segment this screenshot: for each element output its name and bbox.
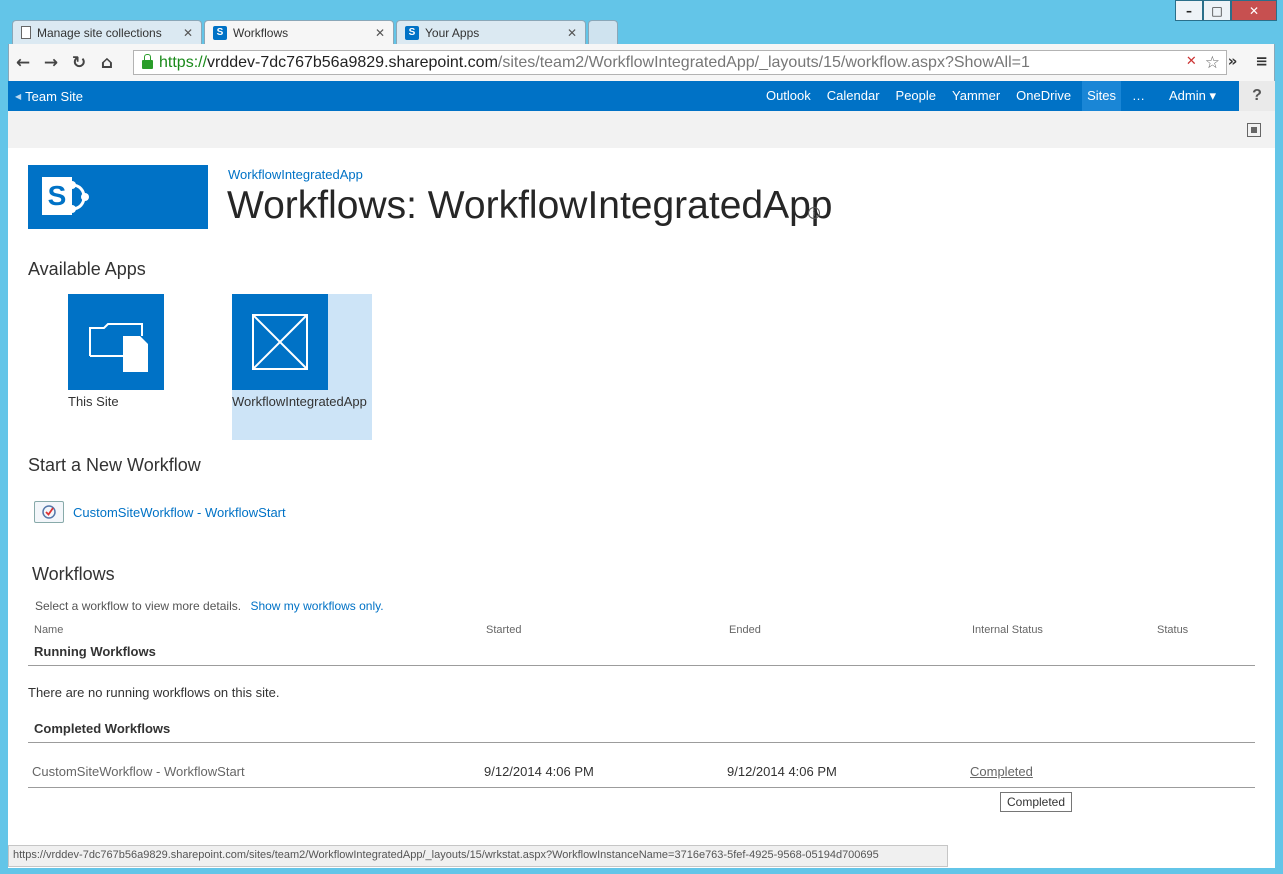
help-button[interactable]: ?: [1239, 81, 1275, 111]
start-workflow-item[interactable]: CustomSiteWorkflow - WorkflowStart: [34, 501, 286, 523]
column-header-status[interactable]: Status: [1157, 624, 1188, 636]
start-workflow-heading: Start a New Workflow: [28, 455, 201, 475]
suite-more-button[interactable]: …: [1132, 81, 1145, 111]
workflows-heading: Workflows: [32, 564, 115, 584]
extensions-chevron-icon[interactable]: »: [1228, 52, 1238, 70]
show-my-workflows-link[interactable]: Show my workflows only.: [250, 599, 383, 613]
home-icon[interactable]: ⌂: [93, 53, 121, 73]
divider: [28, 665, 1255, 666]
suite-nav: Outlook Calendar People Yammer OneDrive …: [766, 81, 1216, 111]
back-icon[interactable]: ←: [9, 53, 37, 73]
close-window-button[interactable]: ✕: [1231, 0, 1277, 21]
app-tile-label: WorkflowIntegratedApp: [232, 394, 367, 409]
running-empty-message: There are no running workflows on this s…: [28, 685, 280, 700]
bookmark-star-icon[interactable]: ☆: [1205, 53, 1220, 73]
url-scheme: https://: [159, 53, 208, 71]
running-workflows-heading: Running Workflows: [34, 644, 156, 659]
browser-tabs: Manage site collections ✕ S Workflows ✕ …: [12, 20, 620, 44]
page-title: Workflows: WorkflowIntegratedApp: [227, 184, 833, 227]
folder-icon: [68, 294, 164, 390]
sharepoint-icon: S: [405, 25, 419, 40]
address-bar[interactable]: https://vrddev-7dc767b56a9829.sharepoint…: [133, 50, 1227, 75]
suite-link-outlook[interactable]: Outlook: [766, 81, 811, 111]
row-ended: 9/12/2014 4:06 PM: [727, 764, 837, 779]
workflow-start-icon: [34, 501, 64, 523]
app-tile-workflowintegratedapp[interactable]: WorkflowIntegratedApp: [232, 294, 372, 440]
ribbon: [8, 111, 1275, 148]
available-apps-heading: Available Apps: [28, 259, 146, 279]
tab-workflows[interactable]: S Workflows ✕: [204, 20, 394, 44]
lock-icon: [142, 54, 153, 69]
row-internal-status-link[interactable]: Completed: [970, 764, 1033, 779]
column-header-started[interactable]: Started: [486, 624, 521, 636]
page-content: ◀ Team Site Outlook Calendar People Yamm…: [8, 81, 1275, 868]
row-name[interactable]: CustomSiteWorkflow - WorkflowStart: [32, 764, 245, 779]
tooltip: Completed: [1000, 792, 1073, 812]
url-path: /sites/team2/WorkflowIntegratedApp/_layo…: [497, 53, 1030, 71]
reload-icon[interactable]: ↻: [65, 53, 93, 73]
tab-label: Workflows: [233, 25, 289, 40]
page-icon: [21, 26, 31, 39]
blocked-content-icon[interactable]: ✕: [1186, 53, 1197, 73]
tab-your-apps[interactable]: S Your Apps ✕: [396, 20, 586, 44]
site-logo[interactable]: S: [28, 165, 208, 229]
caret-left-icon: ◀: [15, 91, 22, 101]
focus-on-content-icon[interactable]: [1247, 123, 1261, 137]
close-tab-icon[interactable]: ✕: [375, 26, 385, 40]
tab-manage-site-collections[interactable]: Manage site collections ✕: [12, 20, 202, 44]
suite-link-onedrive[interactable]: OneDrive: [1016, 81, 1071, 111]
row-started: 9/12/2014 4:06 PM: [484, 764, 594, 779]
app-tile-this-site[interactable]: This Site: [68, 294, 164, 409]
app-tile-label: This Site: [68, 394, 119, 409]
maximize-button[interactable]: □: [1203, 0, 1231, 21]
column-header-internal-status[interactable]: Internal Status: [972, 624, 1043, 636]
divider: [28, 787, 1255, 788]
suite-bar: ◀ Team Site Outlook Calendar People Yamm…: [8, 81, 1275, 111]
sharepoint-icon: S: [213, 25, 227, 40]
workflows-hint: Select a workflow to view more details.: [35, 599, 242, 613]
close-tab-icon[interactable]: ✕: [183, 26, 193, 40]
divider: [28, 742, 1255, 743]
site-link[interactable]: ◀ Team Site: [15, 89, 83, 104]
url-host: vrddev-7dc767b56a9829.sharepoint.com: [207, 53, 498, 71]
breadcrumb[interactable]: WorkflowIntegratedApp: [228, 167, 363, 182]
window-controls: – □ ✕: [1175, 0, 1277, 21]
info-icon[interactable]: i: [808, 207, 820, 219]
new-tab-button[interactable]: [588, 20, 618, 44]
start-workflow-link[interactable]: CustomSiteWorkflow - WorkflowStart: [73, 505, 286, 520]
column-header-name[interactable]: Name: [34, 624, 63, 636]
tab-label: Your Apps: [425, 25, 480, 40]
app-placeholder-icon: [232, 294, 328, 390]
suite-link-yammer[interactable]: Yammer: [952, 81, 1000, 111]
site-link-label: Team Site: [25, 88, 83, 104]
suite-link-people[interactable]: People: [896, 81, 936, 111]
suite-link-sites[interactable]: Sites: [1082, 81, 1121, 111]
share-nodes-icon: [68, 181, 89, 213]
menu-icon[interactable]: ≡: [1255, 52, 1268, 70]
browser-toolbar: ← → ↻ ⌂ https://vrddev-7dc767b56a9829.sh…: [8, 44, 1275, 81]
close-tab-icon[interactable]: ✕: [567, 26, 577, 40]
status-bar-url: https://vrddev-7dc767b56a9829.sharepoint…: [8, 845, 948, 867]
column-header-ended[interactable]: Ended: [729, 624, 761, 636]
suite-link-calendar[interactable]: Calendar: [827, 81, 880, 111]
tab-label: Manage site collections: [37, 25, 162, 40]
completed-workflows-heading: Completed Workflows: [34, 721, 171, 736]
minimize-button[interactable]: –: [1175, 0, 1203, 21]
forward-icon[interactable]: →: [37, 53, 65, 73]
admin-menu[interactable]: Admin ▾: [1169, 81, 1216, 111]
